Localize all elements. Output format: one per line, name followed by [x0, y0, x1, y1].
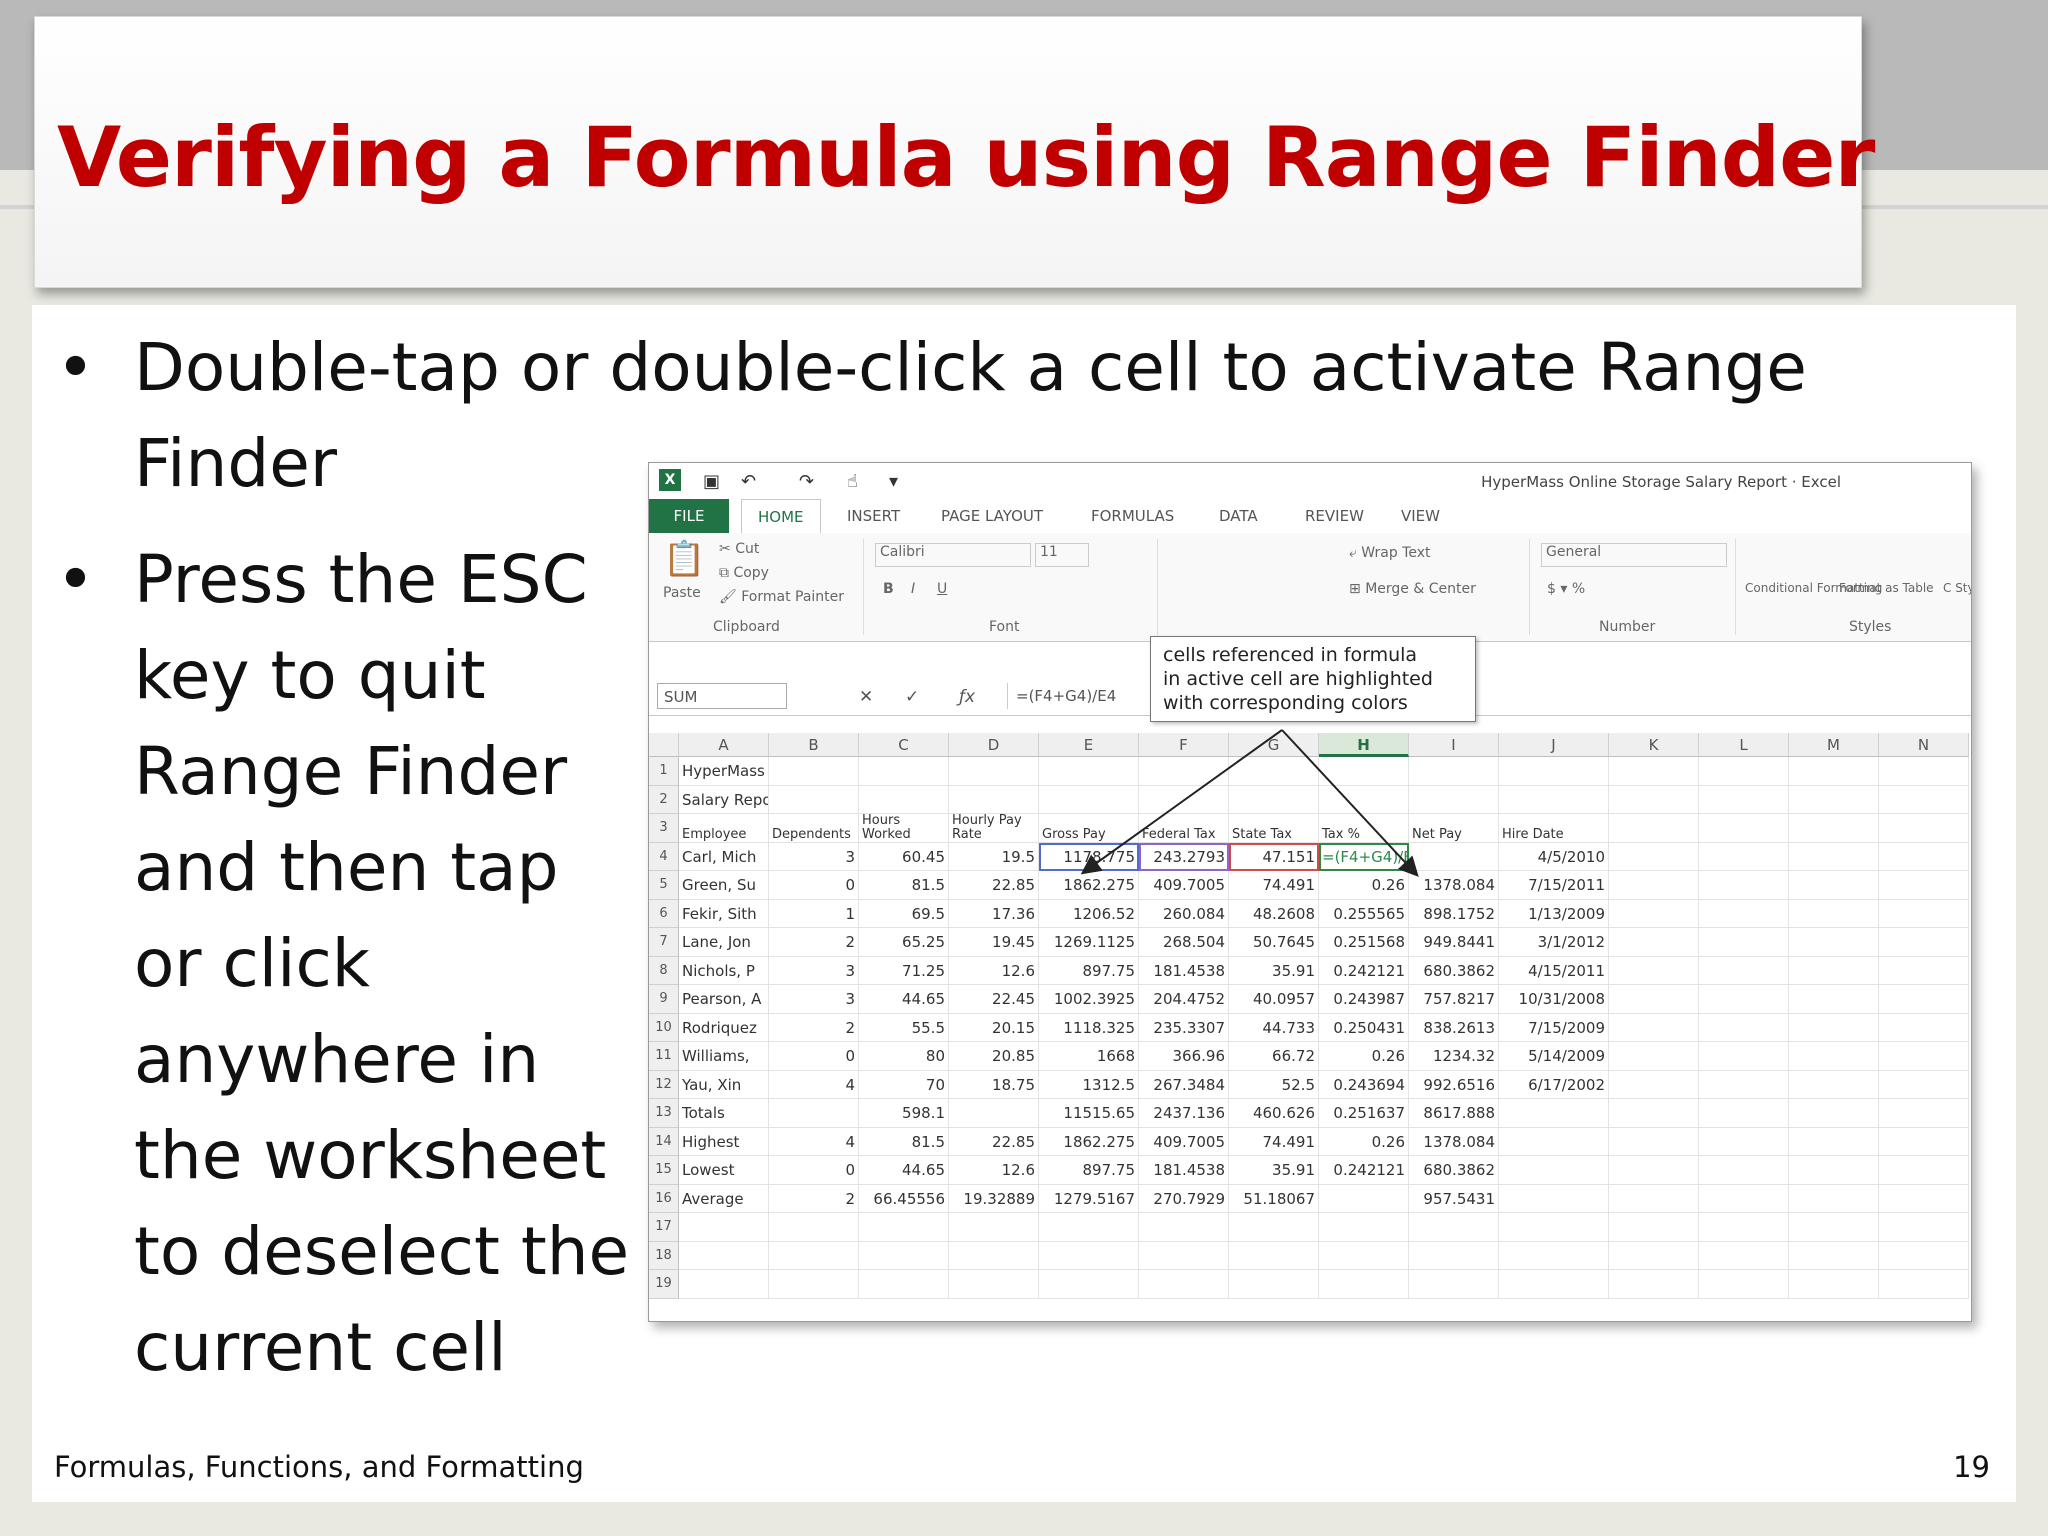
- arrow-to-h4: [1281, 729, 1419, 877]
- slide-footer: Formulas, Functions, and Formatting 19: [32, 1420, 2016, 1502]
- arrow-to-e4: [1080, 729, 1283, 875]
- callout-line-2: in active cell are highlighted: [1163, 668, 1433, 690]
- callout-line-1: cells referenced in formula: [1163, 644, 1418, 666]
- callout-line-3: with corresponding colors: [1163, 692, 1408, 714]
- callout-box: cells referenced in formula in active ce…: [1150, 636, 1476, 722]
- page-number: 19: [1953, 1450, 1990, 1484]
- callout-arrows: [1080, 729, 1419, 877]
- footer-text: Formulas, Functions, and Formatting: [54, 1450, 584, 1484]
